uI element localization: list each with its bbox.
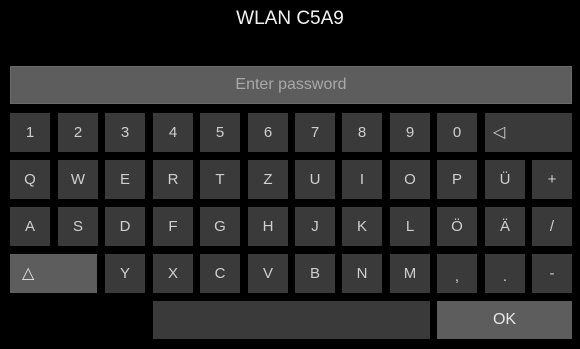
key-q[interactable]: Q	[10, 160, 50, 199]
key-7[interactable]: 7	[295, 113, 335, 152]
key-c[interactable]: C	[200, 254, 240, 293]
key-l[interactable]: L	[390, 207, 430, 246]
key-r[interactable]: R	[153, 160, 193, 199]
key-plus[interactable]: +	[532, 160, 572, 199]
key-t[interactable]: T	[200, 160, 240, 199]
key-d[interactable]: D	[105, 207, 145, 246]
key-minus[interactable]: -	[532, 254, 572, 293]
shift-icon: △	[22, 265, 35, 282]
key-0[interactable]: 0	[437, 113, 477, 152]
key-b[interactable]: B	[295, 254, 335, 293]
ok-button[interactable]: OK	[437, 301, 572, 339]
key-8[interactable]: 8	[342, 113, 382, 152]
key-w[interactable]: W	[58, 160, 98, 199]
key-oe[interactable]: Ö	[437, 207, 477, 246]
key-3[interactable]: 3	[105, 113, 145, 152]
network-title: WLAN C5A9	[236, 8, 344, 29]
backspace-key[interactable]: ◁	[485, 113, 572, 152]
key-n[interactable]: N	[342, 254, 382, 293]
key-v[interactable]: V	[248, 254, 288, 293]
key-g[interactable]: G	[200, 207, 240, 246]
key-5[interactable]: 5	[200, 113, 240, 152]
key-i[interactable]: I	[342, 160, 382, 199]
key-x[interactable]: X	[153, 254, 193, 293]
key-2[interactable]: 2	[58, 113, 98, 152]
key-j[interactable]: J	[295, 207, 335, 246]
key-f[interactable]: F	[153, 207, 193, 246]
key-comma[interactable]: ,	[437, 254, 477, 293]
key-y[interactable]: Y	[105, 254, 145, 293]
key-o[interactable]: O	[390, 160, 430, 199]
key-h[interactable]: H	[248, 207, 288, 246]
key-k[interactable]: K	[342, 207, 382, 246]
wifi-password-screen: WLAN C5A9 Enter password 1 2 3 4 5 6 7 8…	[0, 0, 580, 349]
key-z[interactable]: Z	[248, 160, 288, 199]
key-6[interactable]: 6	[248, 113, 288, 152]
key-e[interactable]: E	[105, 160, 145, 199]
space-key[interactable]	[153, 301, 430, 339]
key-1[interactable]: 1	[10, 113, 50, 152]
key-ae[interactable]: Ä	[485, 207, 525, 246]
key-period[interactable]: .	[485, 254, 525, 293]
key-4[interactable]: 4	[153, 113, 193, 152]
shift-key[interactable]: △	[10, 254, 97, 293]
key-a[interactable]: A	[10, 207, 50, 246]
password-input[interactable]: Enter password	[10, 66, 572, 104]
key-s[interactable]: S	[58, 207, 98, 246]
key-m[interactable]: M	[390, 254, 430, 293]
key-slash[interactable]: /	[532, 207, 572, 246]
backspace-icon: ◁	[493, 124, 506, 141]
key-ue[interactable]: Ü	[485, 160, 525, 199]
key-p[interactable]: P	[437, 160, 477, 199]
key-u[interactable]: U	[295, 160, 335, 199]
key-9[interactable]: 9	[390, 113, 430, 152]
